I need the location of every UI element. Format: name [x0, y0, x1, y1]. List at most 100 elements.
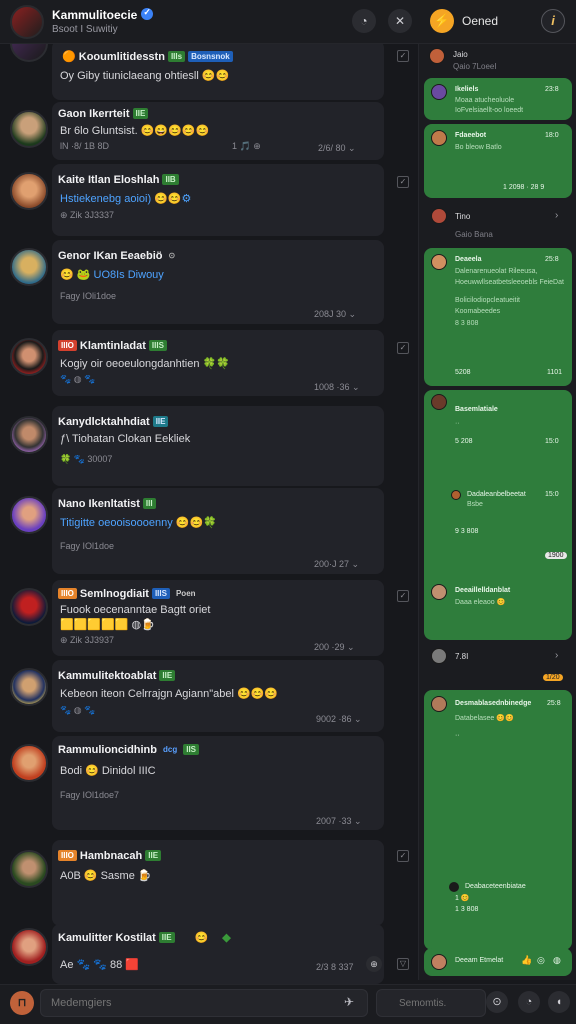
close-icon[interactable]: ✕ [388, 9, 412, 33]
select-checkbox[interactable]: ✓ [397, 50, 409, 62]
thread-name: Deaeela [455, 256, 482, 263]
composer-bar: ⊓ ✈ ◎ ⊙ ◔ ◖ [0, 984, 576, 1024]
emoji-icon[interactable]: ⊙ [486, 991, 508, 1013]
sender-name-text: Klamtinladat [79, 340, 146, 352]
chat-bubble-icon[interactable]: ◔ [352, 9, 376, 33]
info-icon[interactable]: i [541, 9, 565, 33]
avatar[interactable] [449, 882, 459, 892]
right-panel[interactable]: Jaio Qaio 7LoeeI Ikeliels 23:8 Moaa atuc… [418, 44, 576, 980]
user-avatar[interactable]: ⊓ [10, 991, 34, 1015]
avatar[interactable] [451, 490, 461, 500]
avatar[interactable] [431, 84, 447, 100]
chevron-right-icon[interactable]: › [555, 650, 558, 661]
sender-name: Gaon Ikerrteit IIE [58, 108, 149, 120]
avatar[interactable] [431, 254, 447, 270]
message-text: ƒ\ Tiohatan Clokan Eekliek [60, 433, 191, 445]
thread-name: Deeaillelldanblat [455, 587, 511, 594]
sender-name: Rammulioncidhinb dcg IIS [58, 744, 200, 756]
avatar[interactable] [10, 668, 48, 706]
select-checkbox[interactable]: ▽ [397, 958, 409, 970]
count-badge: 1/20 [543, 674, 563, 681]
sender-name-text: Kaite Itlan Eloshlah [58, 174, 160, 186]
sender-name: Kamulitter Kostilat IIE 😊 ◆ [58, 931, 231, 944]
done-label[interactable]: Oened [462, 14, 498, 28]
message-text: Ae 🐾 🐾 88 🟥 [60, 959, 140, 971]
select-checkbox[interactable]: ✓ [397, 850, 409, 862]
app-window: Kammulitoecie Bsoot I Suwitiy ◔ ✕ ⚡ Oene… [0, 0, 576, 1024]
avatar[interactable] [431, 130, 447, 146]
tag-badge: IIIS [148, 340, 167, 351]
sender-name-text: Genor IKan Eeaebiö [58, 250, 163, 262]
message-text: 🟨🟨🟨🟨🟨 ◍🍺 [60, 619, 155, 631]
avatar[interactable] [429, 48, 445, 64]
like-icon[interactable]: 👍 [521, 955, 532, 966]
tag-badge: dcg [163, 745, 178, 754]
reply-icon[interactable]: ◎ [537, 955, 545, 966]
timestamp: 2/6/ 80 ⌄ [318, 143, 356, 153]
avatar[interactable] [431, 696, 447, 712]
thread-preview: 8 3 808 [455, 320, 479, 327]
avatar[interactable] [431, 394, 447, 410]
reaction-row[interactable]: 1 🎵 ⊕ [232, 141, 261, 152]
avatar[interactable] [10, 172, 48, 210]
thread-preview: IoFvelsiaellt-oo loeedt [455, 107, 524, 114]
tag-badge: IIE [152, 416, 169, 427]
thread-preview: Moaa atucheoluole [455, 97, 515, 104]
bolt-icon[interactable]: ⚡ [430, 9, 454, 33]
avatar[interactable] [10, 110, 48, 148]
message-input[interactable] [40, 989, 368, 1017]
timestamp: 2007 ·33 ⌄ [316, 816, 362, 826]
avatar[interactable] [10, 44, 48, 62]
avatar[interactable] [431, 584, 447, 600]
select-checkbox[interactable]: ✓ [397, 342, 409, 354]
channel-title: Kammulitoecie [52, 7, 154, 22]
tag-badge: IIB [162, 174, 179, 185]
sender-name-text: Kamulitter Kostilat [58, 932, 156, 944]
avatar[interactable] [10, 928, 48, 966]
tag-badge: Poen [175, 589, 196, 598]
avatar[interactable] [10, 850, 48, 888]
avatar[interactable] [431, 648, 447, 664]
select-checkbox[interactable]: ✓ [397, 176, 409, 188]
avatar[interactable] [10, 338, 48, 376]
message-meta: Fagy IOl1doe [60, 541, 115, 551]
send-icon[interactable]: ✈ [344, 995, 354, 1009]
avatar[interactable] [10, 416, 48, 454]
thread-name: Tino [455, 212, 471, 221]
search-input[interactable] [376, 989, 486, 1017]
sender-name-text: Kooumlitidesstn [78, 51, 165, 63]
message-list[interactable]: 🟠 Kooumlitidesstn IIIs Bosnsnok Oy Giby ti… [0, 44, 418, 984]
share-icon[interactable]: ◍ [553, 955, 561, 966]
thread-preview: Daaa eleaoo 😊 [455, 599, 506, 606]
chevron-right-icon[interactable]: › [555, 210, 558, 221]
timestamp: 25:8 [547, 700, 561, 707]
sender-name: Kammulitektoablat IIE [58, 670, 176, 682]
thread-name: 7.8I [455, 652, 469, 661]
verified-icon [141, 7, 154, 20]
sender-name-text: Kammulitektoablat [58, 670, 157, 682]
add-reaction-icon[interactable]: ⊕ [366, 956, 382, 972]
avatar[interactable] [10, 248, 48, 286]
channel-avatar[interactable] [10, 5, 44, 39]
avatar[interactable] [10, 496, 48, 534]
avatar[interactable] [431, 954, 447, 970]
sender-name: Nano Ikenltatist III [58, 498, 156, 510]
avatar[interactable] [431, 208, 447, 224]
avatar[interactable] [10, 744, 48, 782]
chat-bubble-icon[interactable]: ◔ [518, 991, 540, 1013]
timestamp: 25:8 [545, 256, 559, 263]
select-checkbox[interactable]: ✓ [397, 590, 409, 602]
thread-preview: Bolicilodiopcleatueitit [455, 297, 520, 304]
timestamp: 1008 ·36 ⌄ [314, 382, 360, 392]
thread-card[interactable] [424, 690, 572, 950]
thread-name: Basemlatiale [455, 406, 498, 413]
thread-preview: Qaio 7LoeeI [453, 62, 497, 71]
message-text: Titigitte oeooisoooenny 😊😊🍀 [60, 517, 217, 529]
tag-badge: IIIS [151, 588, 170, 599]
sender-name-text: Nano Ikenltatist [58, 498, 140, 510]
more-icon[interactable]: ◖ [548, 991, 570, 1013]
avatar[interactable] [10, 588, 48, 626]
thread-preview: Koomabeedes [455, 308, 501, 315]
timestamp: 200 ·29 ⌄ [314, 642, 355, 652]
thread-name: Jaio [453, 50, 468, 59]
